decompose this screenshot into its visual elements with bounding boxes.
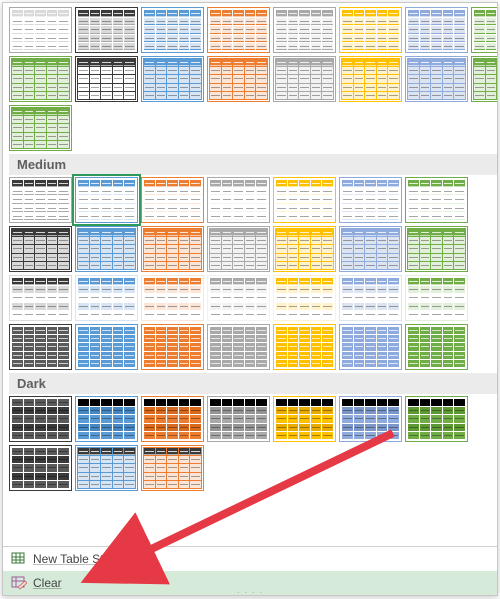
table-style-swatch[interactable] bbox=[207, 396, 270, 442]
table-style-swatch[interactable] bbox=[405, 226, 468, 272]
table-style-swatch[interactable] bbox=[339, 226, 402, 272]
table-style-swatch[interactable] bbox=[273, 7, 336, 53]
table-style-swatch[interactable] bbox=[9, 226, 72, 272]
table-style-swatch[interactable] bbox=[141, 445, 204, 491]
table-style-swatch[interactable] bbox=[273, 275, 336, 321]
table-style-swatch[interactable] bbox=[141, 275, 204, 321]
table-style-swatch[interactable] bbox=[141, 7, 204, 53]
table-style-swatch[interactable] bbox=[273, 226, 336, 272]
clear-label: Clear bbox=[33, 576, 62, 590]
table-style-swatch[interactable] bbox=[207, 275, 270, 321]
table-style-swatch[interactable] bbox=[9, 396, 72, 442]
table-style-swatch[interactable] bbox=[471, 7, 497, 53]
table-style-swatch[interactable] bbox=[339, 324, 402, 370]
table-style-swatch[interactable] bbox=[471, 56, 497, 102]
table-style-swatch[interactable] bbox=[9, 275, 72, 321]
table-style-swatch[interactable] bbox=[405, 177, 468, 223]
table-style-swatch[interactable] bbox=[141, 226, 204, 272]
table-style-swatch[interactable] bbox=[9, 177, 72, 223]
table-style-swatch[interactable] bbox=[339, 275, 402, 321]
table-style-swatch[interactable] bbox=[339, 7, 402, 53]
table-style-swatch[interactable] bbox=[207, 56, 270, 102]
style-gallery: MediumDark ▲ ▼ bbox=[3, 3, 497, 546]
table-styles-panel: MediumDark ▲ ▼ New Table Style... bbox=[2, 2, 498, 596]
table-style-swatch[interactable] bbox=[207, 177, 270, 223]
table-style-swatch[interactable] bbox=[75, 275, 138, 321]
table-style-swatch[interactable] bbox=[75, 7, 138, 53]
table-style-swatch[interactable] bbox=[141, 396, 204, 442]
section-header: Medium bbox=[9, 154, 497, 175]
table-style-swatch[interactable] bbox=[141, 56, 204, 102]
table-style-swatch[interactable] bbox=[405, 324, 468, 370]
table-style-swatch[interactable] bbox=[405, 396, 468, 442]
table-style-swatch[interactable] bbox=[141, 324, 204, 370]
table-style-swatch[interactable] bbox=[405, 7, 468, 53]
table-style-swatch[interactable] bbox=[339, 56, 402, 102]
table-style-swatch[interactable] bbox=[75, 324, 138, 370]
eraser-icon bbox=[11, 575, 27, 591]
table-style-swatch[interactable] bbox=[9, 7, 72, 53]
table-style-swatch[interactable] bbox=[9, 105, 72, 151]
table-style-swatch[interactable] bbox=[75, 226, 138, 272]
table-style-swatch[interactable] bbox=[405, 56, 468, 102]
table-style-swatch[interactable] bbox=[207, 7, 270, 53]
table-style-swatch[interactable] bbox=[339, 396, 402, 442]
table-style-swatch[interactable] bbox=[273, 56, 336, 102]
table-style-swatch[interactable] bbox=[339, 177, 402, 223]
resize-grip-icon[interactable]: · · · · bbox=[237, 587, 264, 597]
table-style-swatch[interactable] bbox=[207, 226, 270, 272]
table-style-swatch[interactable] bbox=[75, 177, 138, 223]
table-style-swatch[interactable] bbox=[9, 324, 72, 370]
table-style-swatch[interactable] bbox=[9, 445, 72, 491]
table-style-swatch[interactable] bbox=[273, 177, 336, 223]
table-style-swatch[interactable] bbox=[273, 324, 336, 370]
table-icon bbox=[11, 551, 27, 567]
table-style-swatch[interactable] bbox=[405, 275, 468, 321]
table-style-swatch[interactable] bbox=[9, 56, 72, 102]
new-table-style-item[interactable]: New Table Style... bbox=[3, 547, 497, 571]
table-style-swatch[interactable] bbox=[75, 56, 138, 102]
table-style-swatch[interactable] bbox=[75, 396, 138, 442]
table-style-swatch[interactable] bbox=[141, 177, 204, 223]
table-style-swatch[interactable] bbox=[207, 324, 270, 370]
table-style-swatch[interactable] bbox=[273, 396, 336, 442]
table-style-swatch[interactable] bbox=[75, 445, 138, 491]
new-table-style-label: New Table Style... bbox=[33, 552, 129, 566]
section-header: Dark bbox=[9, 373, 497, 394]
